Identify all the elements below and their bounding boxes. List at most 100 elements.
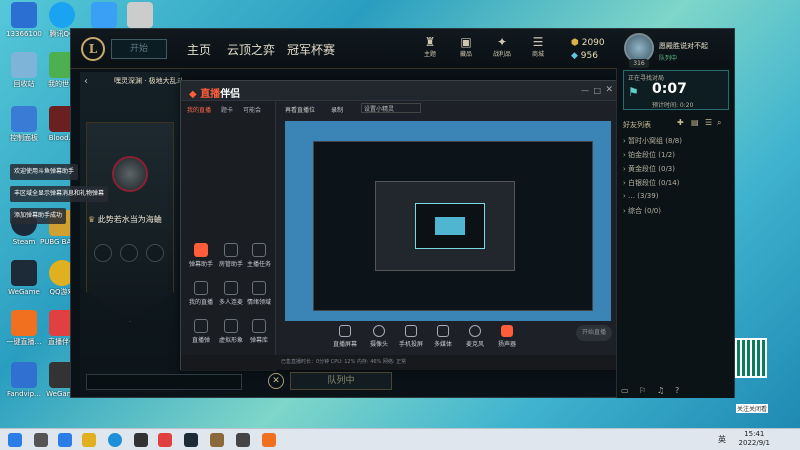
store-icon: ☰ [532, 35, 544, 49]
edge-icon[interactable] [108, 433, 122, 447]
media-icon [437, 325, 449, 337]
clock[interactable]: 15:41 2022/9/1 [739, 430, 770, 448]
stream-app-icon[interactable] [158, 433, 172, 447]
input-method[interactable]: 英 [718, 434, 726, 445]
recycle-bin-icon [11, 52, 37, 78]
camera-button[interactable]: 摄像头 [362, 325, 396, 348]
app-icon[interactable] [236, 433, 250, 447]
live-icon [11, 310, 37, 336]
add-group-icon[interactable]: ▤ [691, 118, 699, 127]
position-slot[interactable] [146, 244, 164, 262]
app-icon[interactable] [134, 433, 148, 447]
play-button[interactable]: 开始 [111, 39, 167, 59]
cancel-queue-button[interactable]: ✕ [268, 373, 284, 389]
friend-group[interactable]: › 黄金段位 (0/3) [623, 164, 675, 174]
queue-timer: 0:07 [652, 81, 687, 97]
help-icon[interactable]: ? [675, 386, 679, 395]
tool-my-live[interactable]: 我的直播 [187, 281, 215, 306]
stream-status-bar: 已售直播时长：0分钟 CPU: 12% 内存: 46% 网络: 正常 [181, 355, 621, 370]
mission-icon[interactable]: ⚐ [639, 386, 646, 395]
task-view-icon[interactable] [58, 433, 72, 447]
chat-icon[interactable]: ▭ [621, 386, 629, 395]
microphone-icon [469, 325, 481, 337]
search-icon[interactable] [34, 433, 48, 447]
shield-icon [91, 2, 117, 28]
app-icon[interactable] [210, 433, 224, 447]
photo-icon [127, 2, 153, 28]
loot-button[interactable]: ✦ 战利品 [487, 35, 517, 58]
tab-cards[interactable]: 题卡 [221, 105, 233, 114]
phone-cast-button[interactable]: 手机投屏 [394, 325, 428, 348]
friends-panel: 正在寻找对局 ⚑ 0:07 预计时间: 0:20 好友列表 ✚ ▤ ☰ ⌕ › … [616, 68, 734, 398]
qr-label: 关注关闭看 [736, 404, 768, 413]
avatar-icon [224, 319, 238, 333]
collection-button[interactable]: ▣ 藏品 [451, 35, 481, 58]
sort-icon[interactable]: ☰ [705, 118, 712, 127]
tab-my-live[interactable]: 我的直播 [187, 105, 211, 114]
tool-admin[interactable]: 房管助手 [217, 243, 245, 268]
nav-tft[interactable]: 云顶之弈 [227, 41, 275, 58]
loot-icon: ✦ [496, 35, 508, 49]
app-icon[interactable] [262, 433, 276, 447]
danmaku-icon [194, 319, 208, 333]
friend-group[interactable]: › 铂金段位 (1/2) [623, 150, 675, 160]
nav-clash[interactable]: 冠军杯赛 [287, 41, 335, 58]
position-slot[interactable] [120, 244, 138, 262]
start-live-button[interactable]: 开始直播 [576, 325, 612, 341]
tool-avatar[interactable]: 虚拟形象 [217, 319, 245, 344]
tool-danmaku[interactable]: 弹幕助手 [187, 243, 215, 268]
control-panel-icon [11, 106, 37, 132]
preview-nested-innermost [435, 217, 465, 235]
tool-multi-mic[interactable]: 多人连麦 [217, 281, 245, 306]
qq-icon [49, 2, 75, 28]
start-icon[interactable] [8, 433, 22, 447]
notification-toast[interactable]: 丰区域全显示弹幕消息和礼物弹幕 [10, 186, 109, 202]
media-button[interactable]: 多媒体 [426, 325, 460, 348]
tool-tasks[interactable]: 主播任务 [245, 243, 273, 268]
voice-icon[interactable]: ♫ [657, 386, 664, 395]
back-arrow-icon[interactable]: ‹ [84, 76, 94, 88]
summoner-level: 316 [629, 59, 649, 68]
tool-live-danmaku[interactable]: 直播弹 [187, 319, 215, 344]
chat-input[interactable] [86, 374, 242, 390]
store-button[interactable]: ☰ 商城 [523, 35, 553, 58]
notification-toast[interactable]: 添加弹幕助手成功 [10, 208, 67, 224]
nav-home[interactable]: 主页 [187, 41, 211, 58]
phone-icon [405, 325, 417, 337]
close-icon[interactable]: ✕ [605, 85, 613, 95]
tool-library[interactable]: 弹幕库 [245, 319, 273, 344]
screen-source-button[interactable]: 直播屏幕 [328, 325, 362, 348]
screen-icon [339, 325, 351, 337]
friend-group[interactable]: › … (3/39) [623, 192, 658, 200]
add-friend-icon[interactable]: ✚ [677, 118, 684, 127]
speaker-button[interactable]: 扬声器 [490, 325, 524, 348]
lobby-title: 嘿灵深渊 · 极地大乱斗 [114, 77, 184, 85]
stream-title-input[interactable] [285, 115, 365, 120]
friend-group[interactable]: › 暂时小窝组 (8/8) [623, 136, 682, 146]
desktop-icon[interactable] [118, 2, 162, 30]
position-slot[interactable] [94, 244, 112, 262]
search-icon[interactable]: ⌕ [717, 118, 721, 128]
notification-toast[interactable]: 欢迎使用斗鱼弹幕助手 [10, 164, 79, 180]
client-topbar: L 开始 主页 云顶之弈 冠军杯赛 ♜ 主题 ▣ 藏品 ✦ 战利品 ☰ 商城 ⬢… [71, 29, 734, 69]
friend-group[interactable]: › 白银段位 (0/14) [623, 178, 679, 188]
tool-emotion[interactable]: 情绪领域 [245, 281, 273, 306]
microphone-button[interactable]: 麦克风 [458, 325, 492, 348]
maximize-icon[interactable]: □ [593, 86, 601, 95]
stream-category[interactable]: 设置小精灵 [361, 103, 421, 113]
blue-essence: ⬢ 2090 [571, 38, 605, 48]
emotion-icon [252, 281, 266, 295]
in-queue-button[interactable]: 队列中 [290, 372, 392, 390]
league-logo-icon[interactable]: L [81, 37, 105, 61]
minimize-icon[interactable]: — [581, 86, 589, 95]
stream-controls: 直播屏幕 摄像头 手机投屏 多媒体 麦克风 扬声器 [276, 325, 621, 355]
friend-group[interactable]: › 综合 (0/0) [623, 206, 661, 216]
league-icon[interactable] [184, 433, 198, 447]
library-icon [252, 319, 266, 333]
wegame-icon [11, 260, 37, 286]
profile-button[interactable]: ♜ 主题 [415, 35, 445, 58]
record-tab[interactable]: 录制 [331, 105, 343, 114]
summoner-status: 队列中 [659, 55, 678, 62]
tab-other[interactable]: 可能会 [243, 105, 261, 114]
explorer-icon[interactable] [82, 433, 96, 447]
